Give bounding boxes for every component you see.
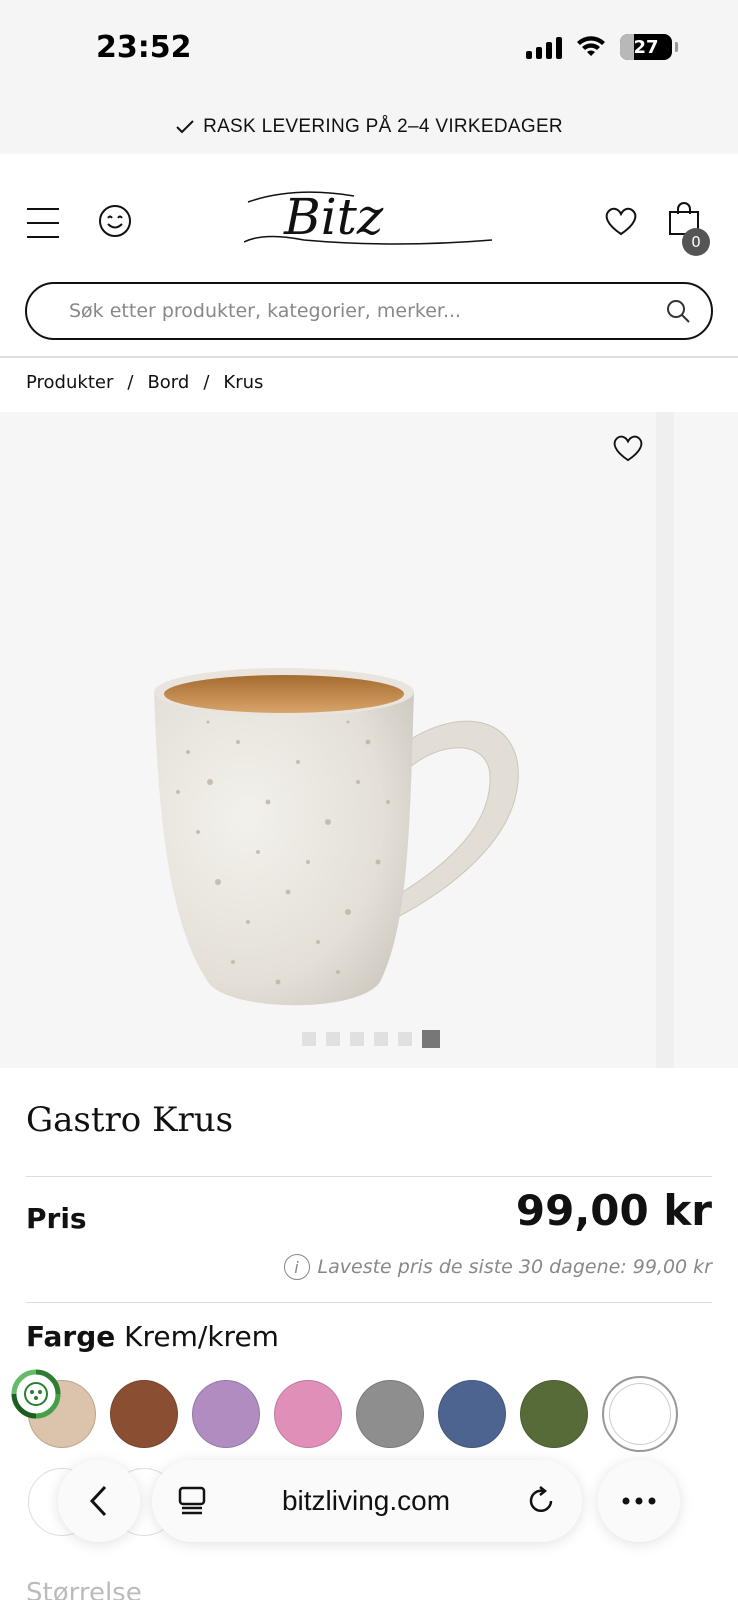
color-swatch[interactable] — [274, 1380, 342, 1448]
status-time: 23:52 — [96, 30, 192, 65]
breadcrumb-item-produkter[interactable]: Produkter — [26, 372, 113, 393]
gallery-next-slide-edge — [656, 412, 674, 1068]
lowest-price-text: Laveste pris de siste 30 dagene: 99,00 k… — [317, 1256, 712, 1278]
tabs-icon[interactable] — [178, 1486, 206, 1516]
account-smiley-icon[interactable] — [98, 204, 132, 238]
lowest-price-note: i Laveste pris de siste 30 dagene: 99,00… — [283, 1254, 712, 1280]
product-image-mug — [154, 668, 519, 1006]
status-icons: 27 — [526, 34, 678, 60]
site-header: Bitz 0 — [0, 154, 738, 354]
checkmark-icon — [176, 120, 194, 134]
size-label: Størrelse — [26, 1578, 142, 1600]
status-bar: 23:52 27 — [0, 0, 738, 100]
search-input[interactable] — [69, 300, 665, 322]
color-value: Krem/krem — [124, 1320, 279, 1353]
color-swatch[interactable] — [192, 1380, 260, 1448]
cart-count-badge: 0 — [682, 228, 710, 256]
breadcrumb-item-bord[interactable]: Bord — [147, 372, 189, 393]
address-bar[interactable]: bitzliving.com — [152, 1460, 582, 1542]
more-dots-icon — [622, 1497, 656, 1505]
product-title: Gastro Krus — [26, 1100, 234, 1140]
product-image-gallery[interactable] — [0, 412, 738, 1068]
wifi-icon — [577, 36, 605, 56]
gallery-dot[interactable] — [422, 1030, 440, 1048]
breadcrumb-separator: / — [203, 372, 210, 393]
breadcrumb-separator: / — [127, 372, 134, 393]
color-label: Farge — [26, 1320, 116, 1353]
info-icon: i — [283, 1254, 310, 1280]
add-to-wishlist-heart-icon[interactable] — [612, 434, 644, 462]
gallery-dot[interactable] — [374, 1032, 388, 1046]
reload-icon[interactable] — [526, 1486, 556, 1516]
search-bar[interactable] — [25, 282, 713, 340]
browser-back-button[interactable] — [58, 1460, 140, 1542]
wishlist-heart-icon[interactable] — [604, 206, 638, 236]
breadcrumb-item-krus[interactable]: Krus — [223, 372, 263, 393]
bitz-logo[interactable]: Bitz — [244, 182, 494, 252]
menu-icon[interactable] — [27, 208, 59, 238]
gallery-dot[interactable] — [326, 1032, 340, 1046]
breadcrumb: Produkter / Bord / Krus — [26, 372, 263, 393]
promo-text: RASK LEVERING PÅ 2–4 VIRKEDAGER — [203, 116, 563, 137]
battery-level: 27 — [633, 36, 659, 58]
color-selector-label: Farge Krem/krem — [26, 1320, 279, 1353]
battery-icon: 27 — [620, 34, 678, 60]
color-swatch[interactable] — [438, 1380, 506, 1448]
browser-more-button[interactable] — [598, 1460, 680, 1542]
gallery-dot[interactable] — [350, 1032, 364, 1046]
search-icon[interactable] — [665, 298, 691, 324]
chevron-left-icon — [89, 1485, 107, 1517]
cellular-signal-icon — [526, 35, 562, 59]
gallery-dot[interactable] — [398, 1032, 412, 1046]
divider — [26, 1302, 712, 1303]
promo-bar: RASK LEVERING PÅ 2–4 VIRKEDAGER — [0, 100, 738, 154]
color-swatch[interactable] — [110, 1380, 178, 1448]
gallery-pagination — [302, 1030, 440, 1048]
color-swatch[interactable] — [520, 1380, 588, 1448]
gallery-dot[interactable] — [302, 1032, 316, 1046]
divider — [26, 1176, 712, 1177]
svg-text:Bitz: Bitz — [283, 188, 384, 246]
color-swatches — [28, 1376, 678, 1452]
eco-recycle-badge-icon[interactable] — [10, 1368, 62, 1420]
price-value: 99,00 kr — [515, 1186, 712, 1235]
price-label: Pris — [26, 1202, 87, 1235]
header-divider — [0, 356, 738, 358]
url-text[interactable]: bitzliving.com — [282, 1485, 450, 1517]
color-swatch[interactable] — [356, 1380, 424, 1448]
color-swatch-selected[interactable] — [602, 1376, 678, 1452]
gallery-next-slide[interactable] — [674, 412, 738, 1068]
